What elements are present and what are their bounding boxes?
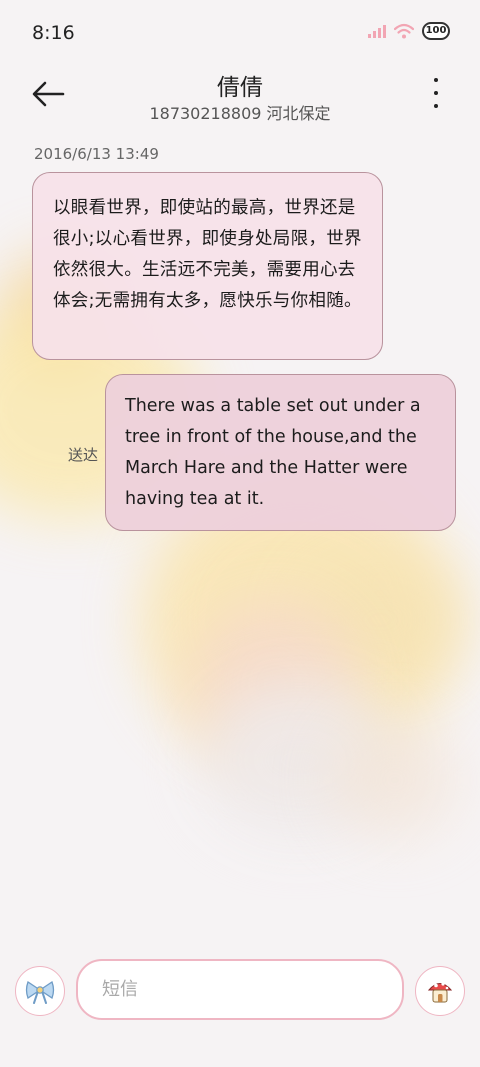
message-timestamp: 2016/6/13 13:49 (34, 145, 159, 163)
bow-emoji-icon (25, 981, 55, 1004)
conversation-header: 倩倩 18730218809 河北保定 (0, 64, 480, 134)
signal-icon (368, 24, 386, 38)
send-button[interactable] (415, 966, 465, 1016)
battery-icon: 100 (422, 22, 450, 40)
status-time: 8:16 (32, 22, 75, 44)
emoji-button[interactable] (15, 966, 65, 1016)
contact-number-location: 18730218809 河北保定 (149, 104, 331, 123)
incoming-message-bubble[interactable]: 以眼看世界，即使站的最高，世界还是很小;以心看世界，即使身处局限，世界依然很大。… (32, 172, 383, 360)
more-vertical-icon[interactable] (432, 78, 440, 108)
status-icons: 100 (368, 22, 450, 40)
outgoing-message-bubble[interactable]: There was a table set out under a tree i… (105, 374, 456, 531)
delivery-status: 送达 (68, 446, 99, 464)
contact-name: 倩倩 (217, 75, 263, 101)
wifi-icon (394, 23, 414, 39)
message-input[interactable] (76, 959, 404, 1020)
mushroom-house-send-icon (427, 982, 453, 1003)
composer-bar (0, 936, 480, 1067)
status-bar: 8:16 100 (0, 0, 480, 64)
